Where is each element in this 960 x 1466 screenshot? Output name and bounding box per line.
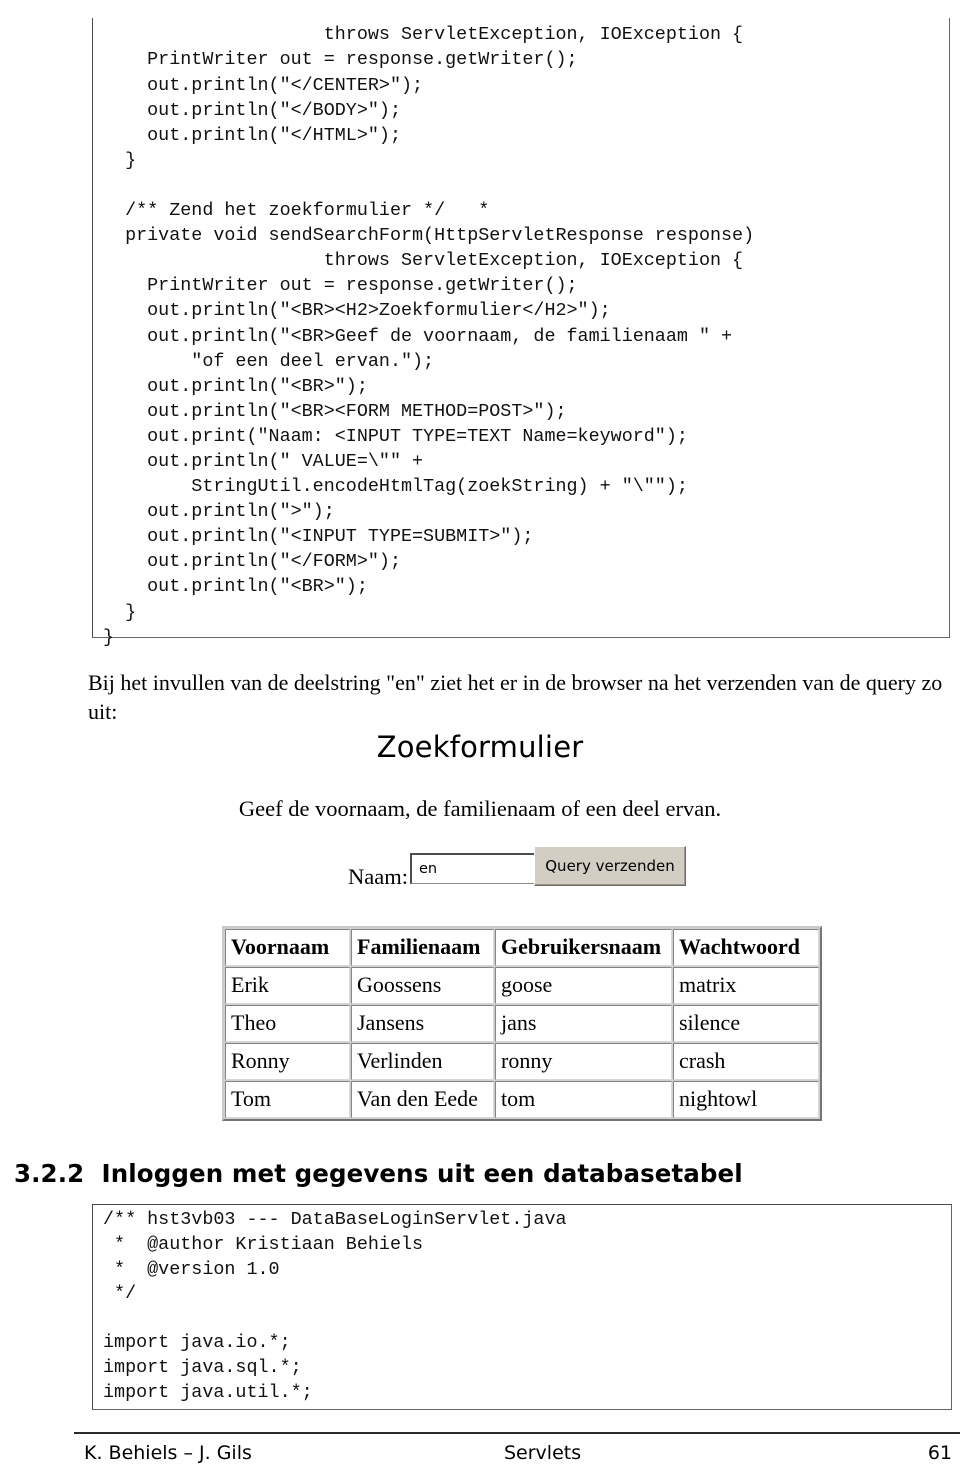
cell-gebruikersnaam: tom xyxy=(495,1081,672,1118)
cell-voornaam: Ronny xyxy=(225,1043,350,1080)
intro-paragraph: Bij het invullen van de deelstring "en" … xyxy=(88,670,943,724)
cell-familienaam: Goossens xyxy=(351,967,494,1004)
footer-authors: K. Behiels – J. Gils xyxy=(84,1442,252,1464)
naam-label: Naam: xyxy=(348,864,408,889)
cell-gebruikersnaam: jans xyxy=(495,1005,672,1042)
keyword-input[interactable] xyxy=(410,853,537,884)
cell-familienaam: Verlinden xyxy=(351,1043,494,1080)
cell-wachtwoord: nightowl xyxy=(673,1081,819,1118)
column-header-voornaam: Voornaam xyxy=(225,929,350,966)
column-header-familienaam: Familienaam xyxy=(351,929,494,966)
browser-output-mock: Zoekformulier Geef de voornaam, de famil… xyxy=(0,726,960,910)
footer-page-number: 61 xyxy=(927,1442,952,1464)
cell-familienaam: Van den Eede xyxy=(351,1081,494,1118)
cell-voornaam: Theo xyxy=(225,1005,350,1042)
code-block-databaseloginservlet: /** hst3vb03 --- DataBaseLoginServlet.ja… xyxy=(92,1204,952,1411)
column-header-wachtwoord: Wachtwoord xyxy=(673,929,819,966)
form-instruction-text: Geef de voornaam, de familienaam of een … xyxy=(238,796,722,821)
cell-wachtwoord: silence xyxy=(673,1005,819,1042)
table-row: Erik Goossens goose matrix xyxy=(225,967,819,1004)
cell-voornaam: Tom xyxy=(225,1081,350,1118)
search-form: Naam: Query verzenden xyxy=(0,844,960,910)
query-verzenden-button[interactable]: Query verzenden xyxy=(534,846,686,886)
results-table: Voornaam Familienaam Gebruikersnaam Wach… xyxy=(222,926,822,1121)
table-row: Ronny Verlinden ronny crash xyxy=(225,1043,819,1080)
cell-familienaam: Jansens xyxy=(351,1005,494,1042)
zoekformulier-heading: Zoekformulier xyxy=(376,730,584,764)
footer-subject: Servlets xyxy=(504,1442,582,1464)
footer-divider xyxy=(74,1432,960,1434)
column-header-gebruikersnaam: Gebruikersnaam xyxy=(495,929,672,966)
table-row: Tom Van den Eede tom nightowl xyxy=(225,1081,819,1118)
cell-voornaam: Erik xyxy=(225,967,350,1004)
table-header-row: Voornaam Familienaam Gebruikersnaam Wach… xyxy=(225,929,819,966)
cell-wachtwoord: matrix xyxy=(673,967,819,1004)
table-row: Theo Jansens jans silence xyxy=(225,1005,819,1042)
cell-wachtwoord: crash xyxy=(673,1043,819,1080)
cell-gebruikersnaam: goose xyxy=(495,967,672,1004)
code-block-servlet-sendsearchform: throws ServletException, IOException { P… xyxy=(92,18,950,648)
section-heading-3-2-2: 3.2.2 Inloggen met gegevens uit een data… xyxy=(14,1158,743,1188)
cell-gebruikersnaam: ronny xyxy=(495,1043,672,1080)
page-footer: K. Behiels – J. Gils Servlets 61 xyxy=(74,1438,960,1466)
